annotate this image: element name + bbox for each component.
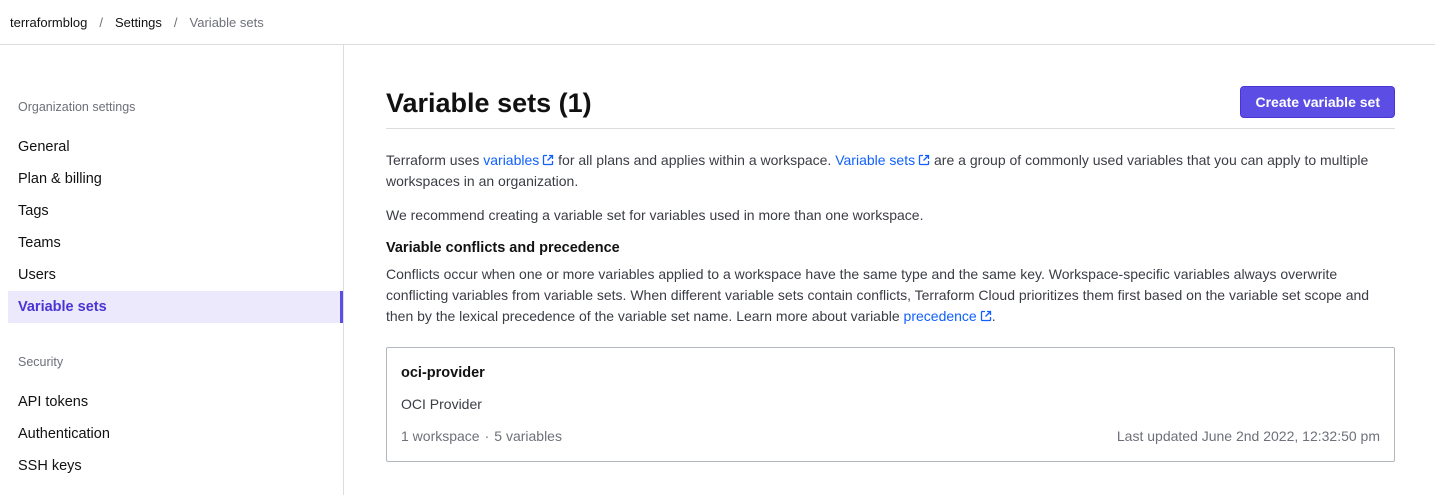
- conflicts-text: Conflicts occur when one or more variabl…: [386, 266, 1370, 324]
- precedence-docs-link[interactable]: precedence: [904, 308, 992, 324]
- workspace-count: 1 workspace: [401, 428, 480, 444]
- sidebar-item-users[interactable]: Users: [8, 259, 341, 291]
- create-variable-set-button[interactable]: Create variable set: [1240, 86, 1395, 118]
- breadcrumb-current: Variable sets: [189, 14, 264, 30]
- sidebar-item-plan-billing[interactable]: Plan & billing: [8, 163, 341, 195]
- sidebar-section-organization: Organization settings: [18, 100, 136, 114]
- breadcrumb-org-link[interactable]: terraformblog: [10, 15, 87, 30]
- sidebar-item-api-tokens[interactable]: API tokens: [8, 386, 341, 418]
- conflicts-heading: Variable conflicts and precedence: [386, 240, 620, 256]
- last-updated: Last updated June 2nd 2022, 12:32:50 pm: [1116, 428, 1380, 444]
- sidebar-item-variable-sets[interactable]: Variable sets: [8, 291, 343, 323]
- intro-paragraph: Terraform uses variables for all plans a…: [386, 150, 1395, 192]
- variable-set-name[interactable]: oci-provider: [401, 365, 1380, 381]
- breadcrumb-separator: /: [173, 14, 178, 30]
- sidebar-item-authentication[interactable]: Authentication: [8, 418, 341, 450]
- sidebar-section-security: Security: [18, 355, 64, 369]
- settings-sidebar: Organization settings General Plan & bil…: [0, 45, 344, 495]
- variable-set-description: OCI Provider: [401, 396, 482, 412]
- conflicts-text-end: .: [991, 308, 996, 324]
- sidebar-item-tags[interactable]: Tags: [8, 195, 341, 227]
- variable-sets-link-label: Variable sets: [835, 152, 916, 168]
- variable-sets-docs-link[interactable]: Variable sets: [835, 152, 930, 168]
- breadcrumb-settings-link[interactable]: Settings: [115, 15, 162, 30]
- external-link-icon: [543, 154, 554, 166]
- main-content: Variable sets (1) Create variable set Te…: [386, 45, 1395, 462]
- page-header: Variable sets (1) Create variable set: [386, 45, 1395, 129]
- recommend-paragraph: We recommend creating a variable set for…: [386, 207, 924, 223]
- precedence-link-label: precedence: [903, 308, 977, 324]
- breadcrumb-separator: /: [99, 14, 103, 30]
- variables-link-label: variables: [483, 152, 540, 168]
- intro-text: Terraform uses: [386, 152, 484, 168]
- variable-set-counts: 1 workspace · 5 variables: [401, 428, 562, 444]
- variables-docs-link[interactable]: variables: [483, 152, 554, 168]
- variable-set-meta: 1 workspace · 5 variables Last updated Jun…: [401, 428, 1380, 444]
- variable-set-card[interactable]: oci-provider OCI Provider 1 workspace · 5 …: [386, 347, 1395, 462]
- conflicts-paragraph: Conflicts occur when one or more variabl…: [386, 264, 1395, 327]
- sidebar-item-ssh-keys[interactable]: SSH keys: [8, 450, 341, 482]
- external-link-icon: [980, 310, 991, 322]
- meta-separator: ·: [484, 428, 490, 444]
- sidebar-item-general[interactable]: General: [8, 131, 341, 163]
- intro-text: for all plans and applies within a works…: [554, 152, 836, 168]
- external-link-icon: [918, 154, 930, 166]
- breadcrumb: terraformblog / Settings / Variable sets: [0, 0, 1435, 45]
- variable-count: 5 variables: [494, 428, 562, 444]
- sidebar-item-teams[interactable]: Teams: [8, 227, 341, 259]
- page-title: Variable sets (1): [386, 88, 592, 118]
